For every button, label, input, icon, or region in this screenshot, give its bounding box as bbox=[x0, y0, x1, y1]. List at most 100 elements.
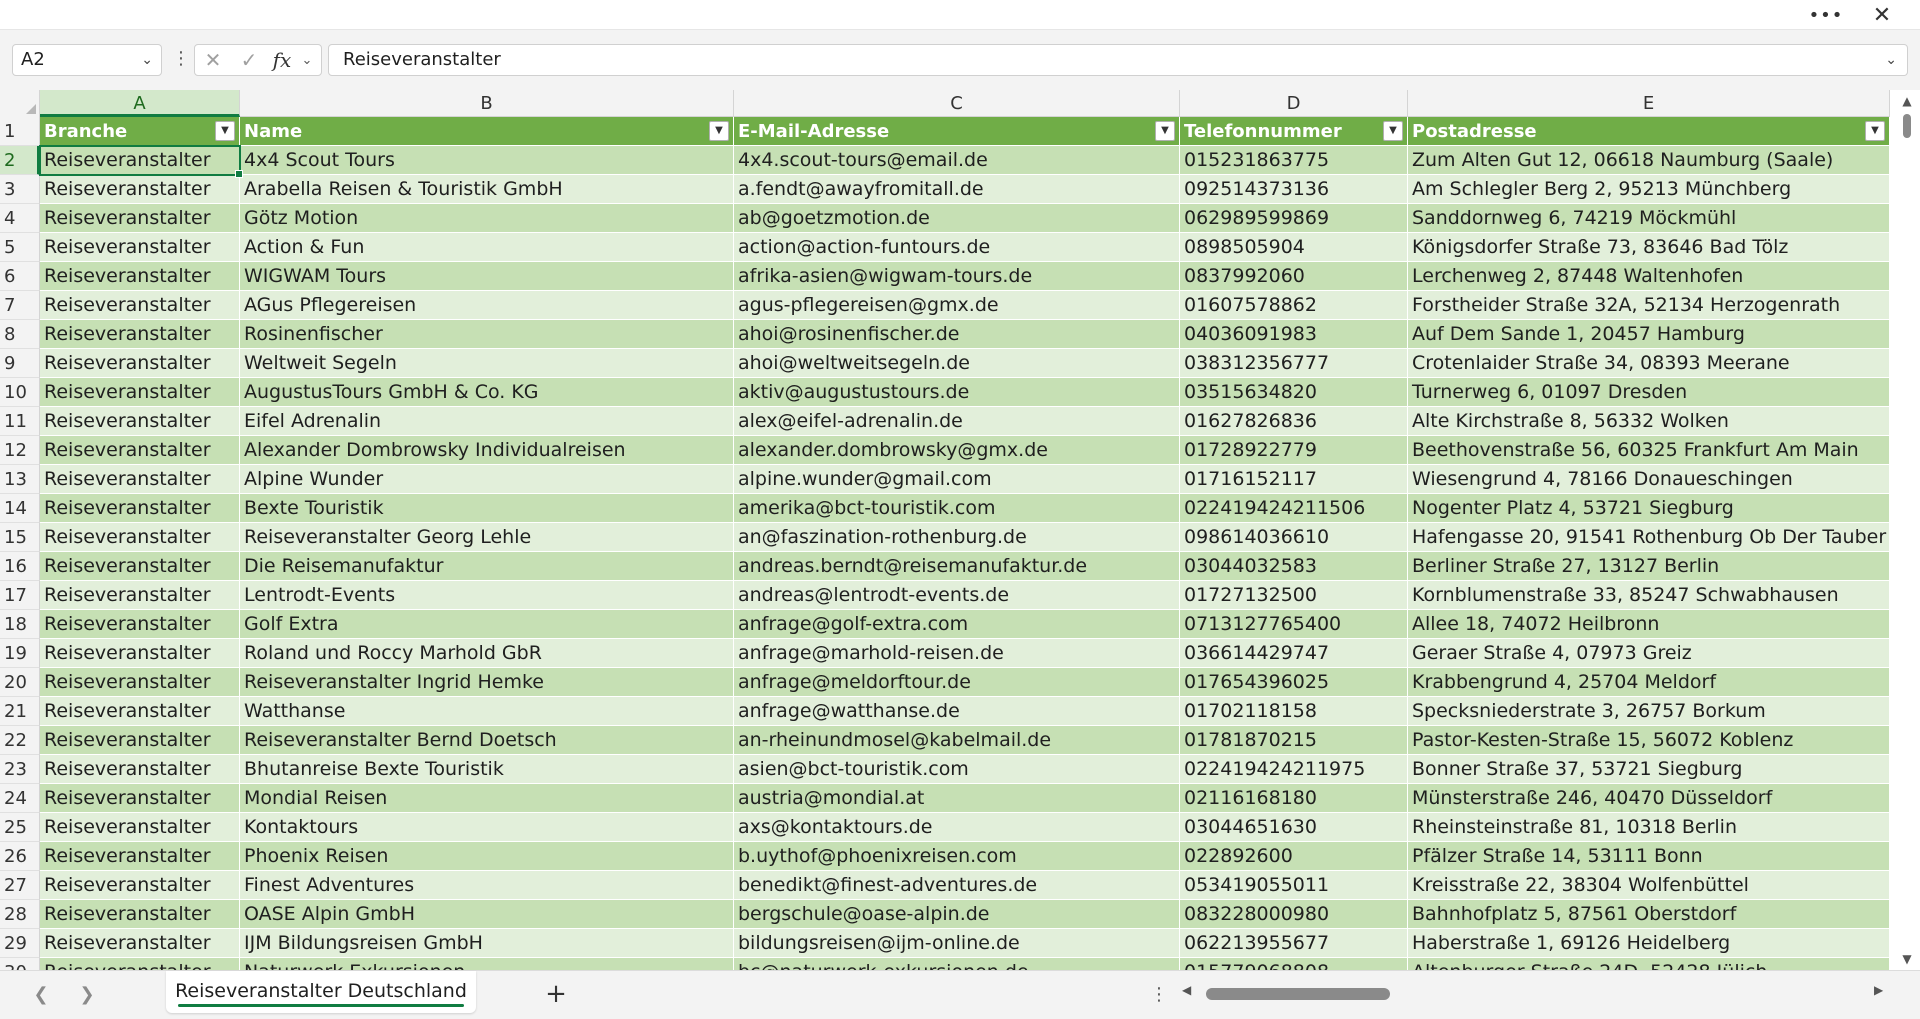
cell-email[interactable]: austria@mondial.at bbox=[734, 784, 1180, 813]
cell-address[interactable]: Forstheider Straße 32A, 52134 Herzogenra… bbox=[1408, 291, 1890, 320]
scroll-down-icon[interactable]: ▼ bbox=[1899, 952, 1915, 968]
cell-email[interactable]: agus-pflegereisen@gmx.de bbox=[734, 291, 1180, 320]
cell-email[interactable]: a.fendt@awayfromitall.de bbox=[734, 175, 1180, 204]
row-header[interactable]: 26 bbox=[0, 842, 40, 871]
cell-name[interactable]: AugustusTours GmbH & Co. KG bbox=[240, 378, 734, 407]
cell-name[interactable]: OASE Alpin GmbH bbox=[240, 900, 734, 929]
row-header[interactable]: 5 bbox=[0, 233, 40, 262]
row-header[interactable]: 9 bbox=[0, 349, 40, 378]
cell-name[interactable]: Reiseveranstalter Georg Lehle bbox=[240, 523, 734, 552]
filter-dropdown-icon[interactable]: ▼ bbox=[709, 121, 729, 141]
cell-name[interactable]: Golf Extra bbox=[240, 610, 734, 639]
cell-phone[interactable]: 036614429747 bbox=[1180, 639, 1408, 668]
cell-address[interactable]: Auf Dem Sande 1, 20457 Hamburg bbox=[1408, 320, 1890, 349]
cell-email[interactable]: andreas@lentrodt-events.de bbox=[734, 581, 1180, 610]
formula-input[interactable]: Reiseveranstalter ⌄ bbox=[328, 44, 1908, 76]
row-header[interactable]: 14 bbox=[0, 494, 40, 523]
cell-name[interactable]: Mondial Reisen bbox=[240, 784, 734, 813]
row-header[interactable]: 25 bbox=[0, 813, 40, 842]
row-header[interactable]: 12 bbox=[0, 436, 40, 465]
row-header[interactable]: 8 bbox=[0, 320, 40, 349]
select-all-button[interactable] bbox=[0, 90, 40, 117]
cell-email[interactable]: alpine.wunder@gmail.com bbox=[734, 465, 1180, 494]
cell-email[interactable]: anfrage@meldorftour.de bbox=[734, 668, 1180, 697]
cell-address[interactable]: Kreisstraße 22, 38304 Wolfenbüttel bbox=[1408, 871, 1890, 900]
filter-dropdown-icon[interactable]: ▼ bbox=[1155, 121, 1175, 141]
cell-email[interactable]: aktiv@augustustours.de bbox=[734, 378, 1180, 407]
name-box[interactable]: A2 ⌄ bbox=[12, 44, 162, 76]
cell-phone[interactable]: 038312356777 bbox=[1180, 349, 1408, 378]
cell-email[interactable]: an@faszination-rothenburg.de bbox=[734, 523, 1180, 552]
row-header[interactable]: 18 bbox=[0, 610, 40, 639]
cell-email[interactable]: ahoi@weltweitsegeln.de bbox=[734, 349, 1180, 378]
cell-name[interactable]: Finest Adventures bbox=[240, 871, 734, 900]
filter-dropdown-icon[interactable]: ▼ bbox=[1865, 121, 1885, 141]
cell-name[interactable]: Götz Motion bbox=[240, 204, 734, 233]
horizontal-scrollbar[interactable] bbox=[1200, 988, 1880, 1000]
cell-branche[interactable]: Reiseveranstalter bbox=[40, 552, 240, 581]
cell-phone[interactable]: 03044032583 bbox=[1180, 552, 1408, 581]
cell-email[interactable]: action@action-funtours.de bbox=[734, 233, 1180, 262]
cell-email[interactable]: axs@kontaktours.de bbox=[734, 813, 1180, 842]
cell-phone[interactable]: 0898505904 bbox=[1180, 233, 1408, 262]
insert-function-icon[interactable]: fx bbox=[267, 48, 297, 72]
cell-address[interactable]: Krabbengrund 4, 25704 Meldorf bbox=[1408, 668, 1890, 697]
cell-name[interactable]: Eifel Adrenalin bbox=[240, 407, 734, 436]
cell-phone[interactable]: 01781870215 bbox=[1180, 726, 1408, 755]
cell-name[interactable]: Lentrodt-Events bbox=[240, 581, 734, 610]
cell-address[interactable]: Crotenlaider Straße 34, 08393 Meerane bbox=[1408, 349, 1890, 378]
add-sheet-icon[interactable]: + bbox=[540, 979, 572, 1011]
cell-email[interactable]: alex@eifel-adrenalin.de bbox=[734, 407, 1180, 436]
cell-address[interactable]: Beethovenstraße 56, 60325 Frankfurt Am M… bbox=[1408, 436, 1890, 465]
cell-email[interactable]: anfrage@golf-extra.com bbox=[734, 610, 1180, 639]
cell-phone[interactable]: 03515634820 bbox=[1180, 378, 1408, 407]
cell-address[interactable]: Pastor-Kesten-Straße 15, 56072 Koblenz bbox=[1408, 726, 1890, 755]
row-header[interactable]: 7 bbox=[0, 291, 40, 320]
cell-branche[interactable]: Reiseveranstalter bbox=[40, 378, 240, 407]
cell-branche[interactable]: Reiseveranstalter bbox=[40, 610, 240, 639]
row-header[interactable]: 4 bbox=[0, 204, 40, 233]
cell-branche[interactable]: Reiseveranstalter bbox=[40, 697, 240, 726]
cell-email[interactable]: ab@goetzmotion.de bbox=[734, 204, 1180, 233]
header-cell-phone[interactable]: Telefonnummer ▼ bbox=[1180, 117, 1408, 146]
column-header-e[interactable]: E bbox=[1408, 90, 1890, 117]
column-header-d[interactable]: D bbox=[1180, 90, 1408, 117]
cell-name[interactable]: IJM Bildungsreisen GmbH bbox=[240, 929, 734, 958]
column-header-c[interactable]: C bbox=[734, 90, 1180, 117]
cell-email[interactable]: afrika-asien@wigwam-tours.de bbox=[734, 262, 1180, 291]
cell-branche[interactable]: Reiseveranstalter bbox=[40, 320, 240, 349]
row-header[interactable]: 23 bbox=[0, 755, 40, 784]
header-cell-name[interactable]: Name ▼ bbox=[240, 117, 734, 146]
chevron-down-icon[interactable]: ⌄ bbox=[141, 45, 153, 75]
chevron-down-icon[interactable]: ⌄ bbox=[297, 53, 317, 68]
row-header[interactable]: 20 bbox=[0, 668, 40, 697]
cell-phone[interactable]: 015231863775 bbox=[1180, 146, 1408, 175]
row-header[interactable]: 10 bbox=[0, 378, 40, 407]
cell-phone[interactable]: 03044651630 bbox=[1180, 813, 1408, 842]
cell-email[interactable]: asien@bct-touristik.com bbox=[734, 755, 1180, 784]
cell-branche[interactable]: Reiseveranstalter bbox=[40, 494, 240, 523]
cell-address[interactable]: Haberstraße 1, 69126 Heidelberg bbox=[1408, 929, 1890, 958]
cell-name[interactable]: Bhutanreise Bexte Touristik bbox=[240, 755, 734, 784]
cell-name[interactable]: Naturwerk Exkursionen bbox=[240, 958, 734, 970]
cell-name[interactable]: AGus Pflegereisen bbox=[240, 291, 734, 320]
column-header-a[interactable]: A bbox=[40, 90, 240, 117]
row-header[interactable]: 16 bbox=[0, 552, 40, 581]
cell-branche[interactable]: Reiseveranstalter bbox=[40, 204, 240, 233]
row-header[interactable]: 19 bbox=[0, 639, 40, 668]
cell-branche[interactable]: Reiseveranstalter bbox=[40, 668, 240, 697]
cell-phone[interactable]: 098614036610 bbox=[1180, 523, 1408, 552]
sheet-tab-active[interactable]: Reiseveranstalter Deutschland bbox=[166, 971, 476, 1013]
cell-name[interactable]: Reiseveranstalter Bernd Doetsch bbox=[240, 726, 734, 755]
previous-sheet-icon[interactable]: ❮ bbox=[26, 981, 56, 1009]
cell-address[interactable]: Sanddornweg 6, 74219 Möckmühl bbox=[1408, 204, 1890, 233]
sheet-options-icon[interactable]: ⋮ bbox=[1150, 981, 1168, 1009]
cell-name[interactable]: WIGWAM Tours bbox=[240, 262, 734, 291]
cell-address[interactable]: Pfälzer Straße 14, 53111 Bonn bbox=[1408, 842, 1890, 871]
cell-address[interactable]: Wiesengrund 4, 78166 Donaueschingen bbox=[1408, 465, 1890, 494]
cell-branche[interactable]: Reiseveranstalter bbox=[40, 784, 240, 813]
next-sheet-icon[interactable]: ❯ bbox=[72, 981, 102, 1009]
cell-phone[interactable]: 017654396025 bbox=[1180, 668, 1408, 697]
row-header[interactable]: 22 bbox=[0, 726, 40, 755]
cell-phone[interactable]: 01727132500 bbox=[1180, 581, 1408, 610]
